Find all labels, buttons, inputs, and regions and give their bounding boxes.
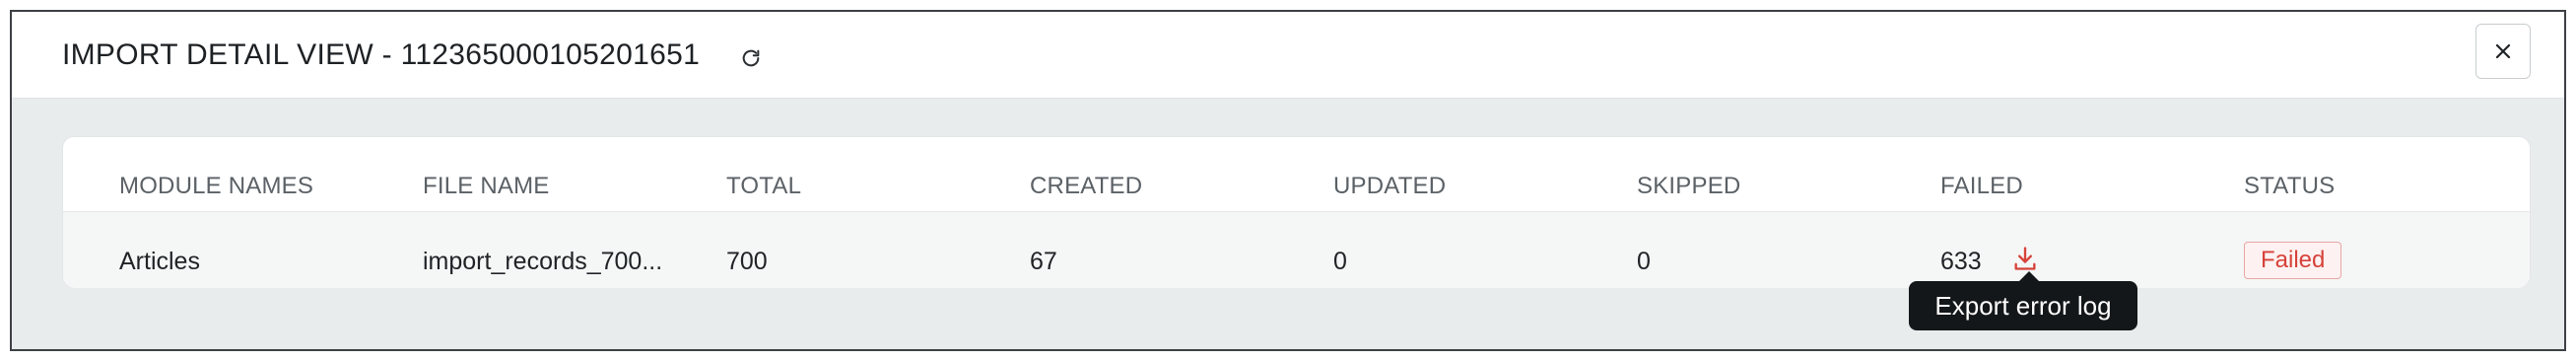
- column-header-file-name: FILE NAME: [423, 173, 550, 199]
- column-header-total: TOTAL: [726, 173, 802, 199]
- dialog-header: IMPORT DETAIL VIEW - 112365000105201651: [12, 12, 2564, 99]
- column-header-status: STATUS: [2244, 173, 2336, 199]
- column-header-created: CREATED: [1030, 173, 1143, 199]
- cell-updated: 0: [1333, 248, 1347, 275]
- import-detail-dialog: IMPORT DETAIL VIEW - 112365000105201651 …: [10, 10, 2566, 351]
- close-icon: [2495, 43, 2511, 59]
- column-header-module-names: MODULE NAMES: [119, 173, 314, 199]
- download-icon: [2014, 247, 2036, 270]
- cell-file-name: import_records_700...: [423, 248, 663, 275]
- export-error-log-button[interactable]: [2008, 242, 2042, 275]
- import-details-table: MODULE NAMES FILE NAME TOTAL CREATED UPD…: [62, 136, 2531, 288]
- refresh-button[interactable]: [736, 43, 766, 73]
- dialog-title: IMPORT DETAIL VIEW - 112365000105201651: [62, 38, 701, 71]
- cell-failed: 633: [1940, 248, 1982, 275]
- cell-total: 700: [726, 248, 768, 275]
- export-error-log-tooltip: Export error log: [1909, 281, 2137, 330]
- column-header-updated: UPDATED: [1333, 173, 1447, 199]
- column-header-skipped: SKIPPED: [1637, 173, 1741, 199]
- column-header-failed: FAILED: [1940, 173, 2023, 199]
- cell-created: 67: [1030, 248, 1057, 275]
- status-badge: Failed: [2244, 242, 2342, 279]
- cell-module-name: Articles: [119, 248, 200, 275]
- cell-skipped: 0: [1637, 248, 1651, 275]
- close-button[interactable]: [2475, 24, 2531, 79]
- refresh-icon: [742, 49, 760, 67]
